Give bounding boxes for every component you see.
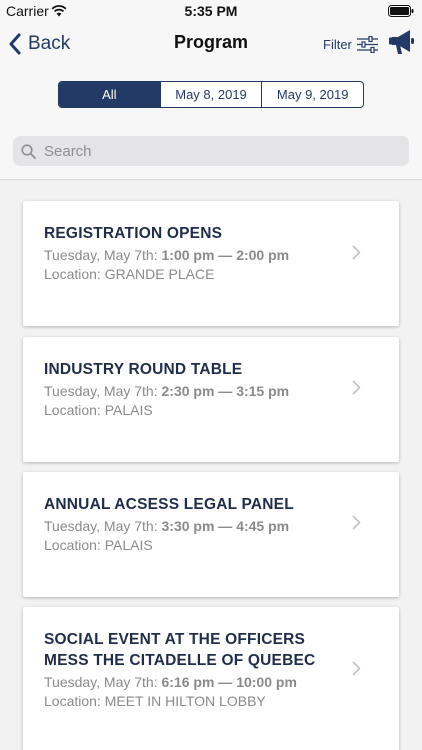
event-location: Location: MEET IN HILTON LOBBY: [44, 693, 266, 709]
event-time: Tuesday, May 7th: 6:16 pm — 10:00 pm: [44, 672, 344, 692]
event-title: REGISTRATION OPENS: [44, 225, 223, 242]
event-day: Tuesday, May 7th:: [44, 674, 158, 690]
event-list: REGISTRATION OPENS Tuesday, May 7th: 1:0…: [0, 180, 422, 750]
event-card[interactable]: SOCIAL EVENT AT THE OFFICERS MESS THE CI…: [23, 607, 399, 750]
event-location: Location: PALAIS: [44, 537, 153, 553]
event-title: SOCIAL EVENT AT THE OFFICERS MESS THE CI…: [44, 631, 316, 669]
event-card[interactable]: INDUSTRY ROUND TABLE Tuesday, May 7th: 2…: [23, 337, 399, 462]
sliders-icon: [356, 35, 378, 53]
back-label: Back: [28, 33, 71, 54]
battery-icon: [388, 5, 414, 17]
date-segmented-control: All May 8, 2019 May 9, 2019: [58, 81, 364, 108]
event-card[interactable]: ANNUAL ACSESS LEGAL PANEL Tuesday, May 7…: [23, 472, 399, 597]
event-card[interactable]: REGISTRATION OPENS Tuesday, May 7th: 1:0…: [23, 201, 399, 326]
search-icon: [21, 143, 36, 159]
segment-may-9[interactable]: May 9, 2019: [261, 82, 363, 107]
event-hours: 6:16 pm — 10:00 pm: [161, 674, 297, 690]
search-input[interactable]: [44, 142, 394, 160]
event-location: Location: GRANDE PLACE: [44, 266, 215, 282]
navigation-bar: Back Program Filter: [0, 22, 422, 66]
event-day: Tuesday, May 7th:: [44, 247, 158, 263]
filter-button[interactable]: Filter: [323, 33, 378, 55]
event-title: ANNUAL ACSESS LEGAL PANEL: [44, 496, 294, 513]
event-hours: 2:30 pm — 3:15 pm: [161, 383, 290, 399]
status-bar: Carrier 5:35 PM: [0, 0, 422, 22]
search-bar[interactable]: [13, 136, 409, 166]
event-hours: 3:30 pm — 4:45 pm: [161, 518, 290, 534]
status-time: 5:35 PM: [184, 3, 238, 19]
event-day: Tuesday, May 7th:: [44, 518, 158, 534]
event-time: Tuesday, May 7th: 2:30 pm — 3:15 pm: [44, 381, 344, 401]
event-title: INDUSTRY ROUND TABLE: [44, 361, 243, 378]
chevron-right-icon: [352, 515, 361, 530]
back-chevron-icon: [9, 33, 21, 55]
chevron-right-icon: [352, 380, 361, 395]
segment-all[interactable]: All: [59, 82, 160, 107]
megaphone-icon[interactable]: [388, 28, 416, 58]
event-day: Tuesday, May 7th:: [44, 383, 158, 399]
event-time: Tuesday, May 7th: 1:00 pm — 2:00 pm: [44, 245, 344, 265]
event-time: Tuesday, May 7th: 3:30 pm — 4:45 pm: [44, 516, 344, 536]
segment-may-8[interactable]: May 8, 2019: [159, 82, 262, 107]
event-hours: 1:00 pm — 2:00 pm: [161, 247, 290, 263]
event-location: Location: PALAIS: [44, 402, 153, 418]
chevron-right-icon: [352, 245, 361, 260]
filter-label: Filter: [323, 36, 352, 52]
chevron-right-icon: [352, 661, 361, 676]
back-button[interactable]: Back: [8, 30, 70, 58]
